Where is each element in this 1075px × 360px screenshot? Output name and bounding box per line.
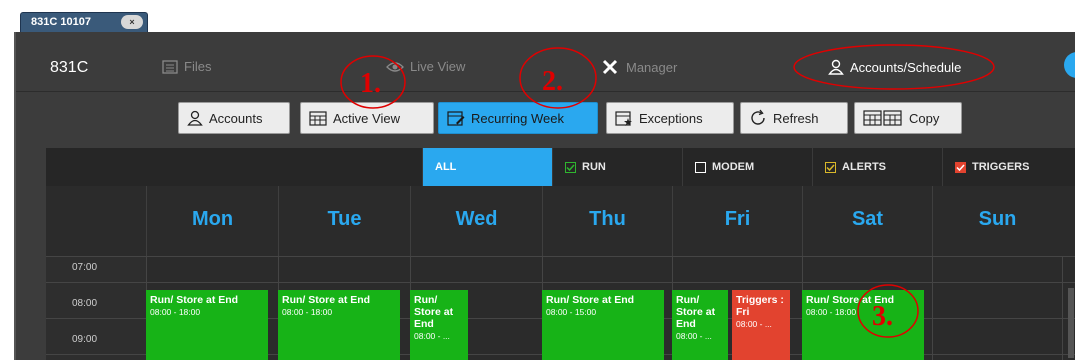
event-title: Run/ Store at End (414, 294, 454, 330)
event-time: 08:00 - 18:00 (150, 307, 201, 317)
recurring-week-button-label: Recurring Week (471, 110, 564, 126)
event-time: 08:00 - ... (736, 319, 772, 329)
filter-triggers[interactable]: TRIGGERS (942, 148, 1075, 186)
wrench-icon (602, 59, 618, 75)
profile-avatar[interactable] (1064, 52, 1075, 78)
active-view-button[interactable]: Active View (300, 102, 434, 134)
window-tab-title: 831C 10107 (31, 16, 91, 28)
day-header-sat: Sat (802, 186, 932, 256)
filter-alerts[interactable]: ALERTS (812, 148, 942, 186)
refresh-button-label: Refresh (773, 110, 819, 126)
event-time: 08:00 - 15:00 (546, 307, 597, 317)
calendar-star-icon (615, 111, 632, 126)
exceptions-button-label: Exceptions (639, 110, 703, 126)
files-icon (162, 59, 178, 74)
trigger-event[interactable]: Triggers : Fri 08:00 - ... (732, 290, 790, 360)
nav-live-view-label: Live View (410, 59, 466, 74)
event-title: Run/ Store at End (806, 294, 895, 306)
day-header-tue: Tue (278, 186, 410, 256)
window-tab[interactable]: 831C 10107 × (20, 12, 148, 32)
schedule-calendar: ALL RUN MODEM ALERTS TRIGGERS Mon Tue We… (46, 148, 1075, 360)
active-view-button-label: Active View (333, 110, 400, 126)
refresh-button[interactable]: Refresh (740, 102, 848, 134)
event-time: 08:00 - 18:00 (282, 307, 333, 317)
day-header-thu: Thu (542, 186, 672, 256)
recurring-week-button[interactable]: Recurring Week (438, 102, 598, 134)
day-header-mon: Mon (146, 186, 278, 256)
event-time: 08:00 - 18:00 (806, 307, 857, 317)
event-time: 08:00 - ... (414, 331, 450, 341)
schedule-toolbar: Accounts Active View Recurring Week Exce… (16, 92, 1075, 146)
schedule-event[interactable]: Run/ Store at End 08:00 - ... (672, 290, 728, 360)
accounts-button-label: Accounts (209, 110, 263, 126)
refresh-icon (751, 109, 765, 125)
filter-all-label: ALL (435, 161, 457, 173)
nav-files-label: Files (184, 59, 212, 74)
copy-button-label: Copy (909, 110, 940, 126)
event-title: Run/ Store at End (282, 294, 371, 306)
filter-triggers-label: TRIGGERS (972, 161, 1030, 173)
calendar-edit-icon (447, 111, 465, 126)
event-time: 08:00 - ... (676, 331, 712, 341)
day-header-wed: Wed (410, 186, 542, 256)
schedule-event[interactable]: Run/ Store at End 08:00 - 18:00 (278, 290, 400, 360)
filter-run-label: RUN (582, 161, 606, 173)
event-title: Triggers : Fri (736, 294, 784, 318)
schedule-event[interactable]: Run/ Store at End 08:00 - 18:00 (802, 290, 924, 360)
filter-run[interactable]: RUN (552, 148, 682, 186)
calendar-icon (309, 111, 327, 126)
day-headers: Mon Tue Wed Thu Fri Sat Sun (46, 186, 1075, 256)
close-icon[interactable]: × (121, 15, 143, 29)
device-name: 831C (50, 59, 89, 76)
grid-line (46, 256, 1075, 257)
nav-files[interactable]: Files (162, 59, 211, 74)
exceptions-button[interactable]: Exceptions (606, 102, 734, 134)
run-checkbox-icon[interactable] (565, 161, 576, 173)
time-label: 08:00 (72, 298, 98, 309)
day-header-sun: Sun (932, 186, 1062, 256)
event-title: Run/ Store at End (546, 294, 635, 306)
filter-alerts-label: ALERTS (842, 161, 886, 173)
eye-icon (386, 61, 404, 72)
schedule-event[interactable]: Run/ Store at End 08:00 - 15:00 (542, 290, 664, 360)
time-label: 09:00 (72, 334, 98, 345)
event-title: Run/ Store at End (150, 294, 239, 306)
copy-button[interactable]: Copy (854, 102, 962, 134)
nav-manager-label: Manager (626, 59, 678, 75)
filter-modem-label: MODEM (712, 161, 755, 173)
modem-checkbox-icon[interactable] (695, 161, 706, 173)
user-icon (187, 110, 203, 126)
nav-live-view[interactable]: Live View (386, 59, 465, 74)
alerts-checkbox-icon[interactable] (825, 161, 836, 173)
schedule-event[interactable]: Run/ Store at End 08:00 - 18:00 (146, 290, 268, 360)
grid-line (932, 256, 933, 360)
schedule-event[interactable]: Run/ Store at End 08:00 - ... (410, 290, 468, 360)
calendar-scrollbar[interactable] (1068, 288, 1074, 358)
copy-calendar-icon (863, 110, 902, 126)
grid-line (46, 282, 1075, 283)
event-title: Run/ Store at End (676, 294, 716, 330)
nav-accounts-schedule-label: Accounts/Schedule (850, 59, 962, 75)
accounts-button[interactable]: Accounts (178, 102, 290, 134)
grid-line (1062, 256, 1063, 360)
filter-bar: ALL RUN MODEM ALERTS TRIGGERS (46, 148, 1075, 186)
triggers-checkbox-icon[interactable] (955, 161, 966, 173)
filter-all[interactable]: ALL (422, 148, 552, 186)
day-header-fri: Fri (672, 186, 802, 256)
window-tab-strip: 831C 10107 × (0, 0, 1075, 32)
nav-manager[interactable]: Manager (602, 59, 677, 75)
user-icon (828, 59, 844, 75)
top-nav: 831C Files Live View Manager Accounts/Sc… (16, 32, 1075, 92)
filter-modem[interactable]: MODEM (682, 148, 812, 186)
time-column: 07:00 08:00 09:00 (46, 256, 146, 360)
time-label: 07:00 (72, 262, 98, 273)
nav-accounts-schedule[interactable]: Accounts/Schedule (828, 59, 961, 75)
